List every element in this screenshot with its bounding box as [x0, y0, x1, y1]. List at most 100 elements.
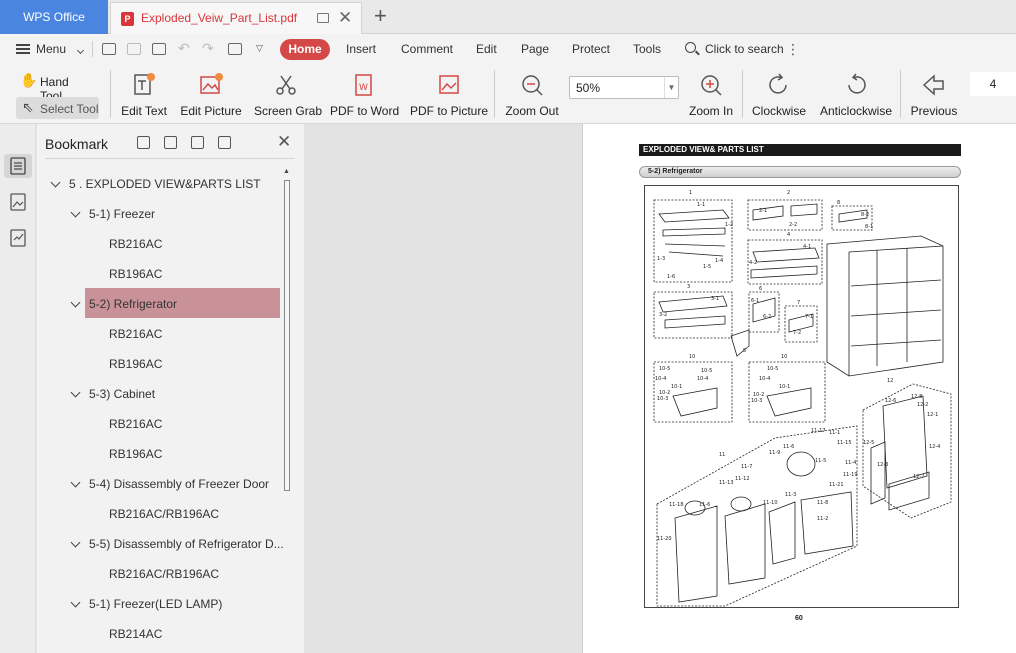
menu-comment[interactable]: Comment — [401, 42, 453, 56]
document-tab[interactable]: P Exploded_Veiw_Part_List.pdf ✕ — [110, 2, 362, 34]
bookmark-item[interactable]: RB196AC — [85, 258, 277, 288]
close-tab-icon[interactable]: ✕ — [338, 8, 352, 28]
previous-label: Previous — [910, 104, 958, 118]
screen-grab-button[interactable]: Screen Grab — [254, 68, 322, 120]
svg-text:1-3: 1-3 — [657, 256, 665, 262]
new-tab-plus-icon[interactable]: + — [374, 3, 387, 29]
svg-text:10-4: 10-4 — [655, 376, 666, 382]
anticlockwise-button[interactable]: Anticlockwise — [818, 68, 894, 120]
svg-text:1: 1 — [689, 190, 692, 196]
bookmark-item[interactable]: 5-1) Freezer — [67, 198, 277, 228]
svg-text:10-5: 10-5 — [767, 366, 778, 372]
pdf-file-icon: P — [121, 12, 134, 26]
zoom-out-button[interactable]: Zoom Out — [502, 68, 562, 120]
thumbnail-panel-button[interactable] — [4, 190, 32, 214]
chevron-down-icon[interactable]: ▼ — [664, 77, 678, 98]
expand-all-icon[interactable] — [137, 136, 150, 149]
zoom-level-value: 50% — [576, 81, 601, 95]
more-options-icon[interactable]: ⋮ — [786, 42, 800, 56]
collapse-all-icon[interactable] — [164, 136, 177, 149]
bookmark-item[interactable]: RB216AC — [85, 408, 277, 438]
bookmark-item[interactable]: 5-4) Disassembly of Freezer Door — [67, 468, 277, 498]
svg-text:11-7: 11-7 — [741, 464, 752, 470]
redo-icon[interactable]: ↷ — [202, 40, 214, 57]
scrollbar-thumb[interactable] — [284, 180, 290, 491]
bookmark-item-toggle[interactable] — [67, 288, 85, 318]
open-folder-icon[interactable] — [102, 43, 116, 55]
bookmark-panel-button[interactable] — [4, 154, 32, 178]
edit-picture-icon — [200, 73, 223, 94]
previous-page-button[interactable]: Previous — [906, 68, 962, 120]
bookmark-item[interactable]: RB214AC — [85, 618, 277, 648]
svg-text:11-12: 11-12 — [735, 476, 750, 482]
print-icon[interactable] — [152, 43, 166, 55]
close-panel-icon[interactable]: ✕ — [277, 132, 291, 152]
menu-protect[interactable]: Protect — [572, 42, 610, 56]
pdf-to-word-button[interactable]: W PDF to Word — [330, 68, 399, 120]
hamburger-icon[interactable] — [16, 44, 30, 54]
svg-text:4: 4 — [787, 232, 790, 238]
bookmark-item[interactable]: 5-1) Freezer(LED LAMP) — [67, 588, 277, 618]
edit-text-button[interactable]: Edit Text — [118, 68, 170, 120]
pdf-to-picture-button[interactable]: PDF to Picture — [410, 68, 488, 120]
search-button[interactable]: Click to search — [705, 42, 784, 56]
zoom-level-select[interactable]: 50% ▼ — [569, 76, 679, 99]
svg-text:W: W — [359, 83, 368, 93]
svg-text:10-4: 10-4 — [697, 376, 708, 382]
edit-picture-button[interactable]: Edit Picture — [180, 68, 242, 120]
bookmark-item[interactable]: 5-3) Cabinet — [67, 378, 277, 408]
svg-text:8-2: 8-2 — [861, 212, 869, 218]
search-icon[interactable] — [685, 42, 696, 53]
separator — [110, 70, 111, 118]
bookmark-item[interactable]: RB196AC — [85, 348, 277, 378]
clockwise-button[interactable]: Clockwise — [750, 68, 808, 120]
menu-button[interactable]: Menu — [36, 42, 66, 56]
svg-text:12: 12 — [887, 378, 893, 384]
select-tool-button[interactable]: ⇖ Select Tool — [16, 97, 99, 119]
svg-text:12-4: 12-4 — [929, 444, 940, 450]
svg-text:11-8: 11-8 — [817, 500, 828, 506]
zoom-in-button[interactable]: Zoom In — [686, 68, 736, 120]
menu-edit[interactable]: Edit — [476, 42, 497, 56]
svg-text:6: 6 — [759, 286, 762, 292]
pdf-to-word-icon: W — [355, 74, 372, 96]
svg-text:3-2: 3-2 — [659, 312, 667, 318]
undo-icon[interactable]: ↶ — [178, 40, 190, 57]
quick-access-dropdown-icon[interactable]: ▽ — [256, 43, 263, 54]
svg-text:11-3: 11-3 — [785, 492, 796, 498]
add-bookmark-icon[interactable] — [191, 136, 204, 149]
bookmark-item-selected[interactable]: 5-2) Refrigerator — [85, 288, 280, 318]
pdf-page[interactable]: EXPLODED VIEW& PARTS LIST 5-2) Refrigera… — [582, 124, 1016, 653]
attachment-panel-button[interactable] — [4, 226, 32, 250]
svg-text:11-17: 11-17 — [811, 428, 826, 434]
bookmark-item[interactable]: RB216AC/RB196AC — [85, 558, 277, 588]
pdf-to-picture-label: PDF to Picture — [410, 104, 489, 118]
document-viewport[interactable]: EXPLODED VIEW& PARTS LIST 5-2) Refrigera… — [304, 124, 1016, 653]
bookmark-item[interactable]: RB216AC — [85, 228, 277, 258]
scroll-up-icon[interactable]: ▲ — [283, 168, 290, 175]
svg-text:11-19: 11-19 — [843, 472, 858, 478]
bookmark-item[interactable]: RB196AC — [85, 438, 277, 468]
svg-text:6-2: 6-2 — [763, 314, 771, 320]
menu-insert[interactable]: Insert — [346, 42, 376, 56]
menu-chevron-icon[interactable] — [76, 46, 85, 55]
svg-text:5: 5 — [743, 348, 746, 354]
svg-text:11-4: 11-4 — [845, 460, 856, 466]
menu-home[interactable]: Home — [280, 39, 330, 60]
menu-tools[interactable]: Tools — [633, 42, 661, 56]
window-restore-icon[interactable] — [317, 13, 329, 23]
bookmark-options-icon[interactable] — [218, 136, 231, 149]
separator — [92, 41, 93, 57]
save-icon[interactable] — [127, 43, 141, 55]
svg-text:2-2: 2-2 — [789, 222, 797, 228]
bookmark-item[interactable]: RB216AC/RB196AC — [85, 498, 277, 528]
export-icon[interactable] — [228, 43, 242, 55]
wps-office-tab[interactable]: WPS Office — [0, 0, 108, 34]
bookmark-item[interactable]: RB216AC — [85, 318, 277, 348]
bookmark-item[interactable]: 5-5) Disassembly of Refrigerator D... — [67, 528, 292, 558]
scissors-icon — [276, 75, 296, 95]
page-number-input[interactable]: 4 — [970, 72, 1016, 96]
bookmark-scrollbar[interactable]: ▲ — [280, 168, 294, 492]
bookmark-item[interactable]: 5 . EXPLODED VIEW&PARTS LIST — [47, 168, 277, 198]
menu-page[interactable]: Page — [521, 42, 549, 56]
